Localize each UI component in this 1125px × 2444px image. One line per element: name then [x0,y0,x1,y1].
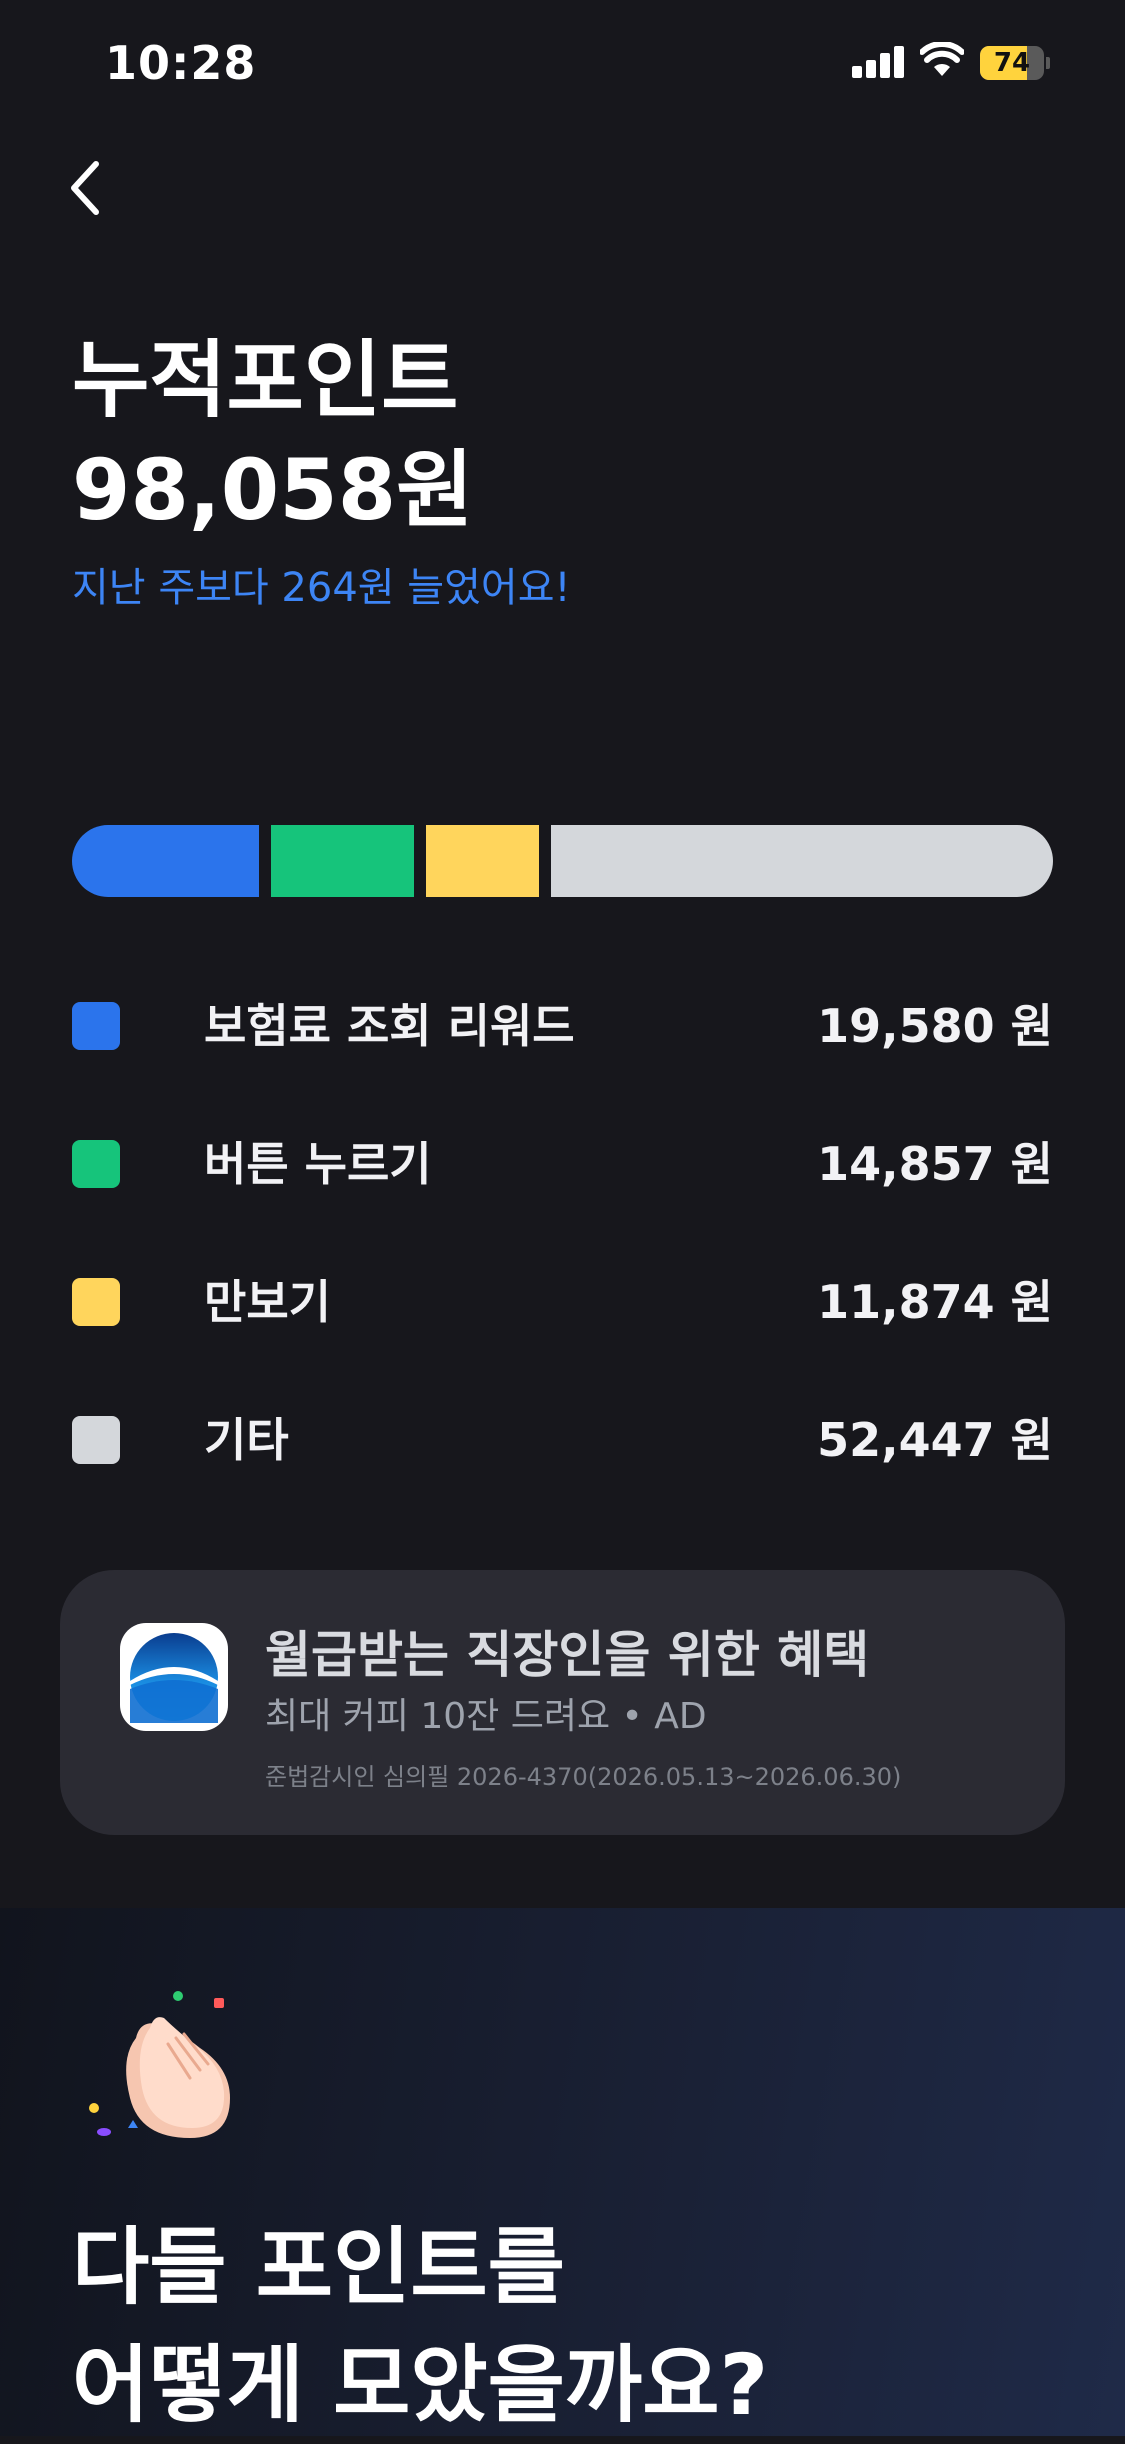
breakdown-item-button-press: 버튼 누르기 14,857 원 [72,1118,1053,1256]
breakdown-item-pedometer: 만보기 11,874 원 [72,1256,1053,1394]
battery-icon: 74 [980,46,1050,80]
total-points-amount: 98,058원 [72,441,474,539]
battery-level: 74 [993,48,1031,78]
promo-headline-line1: 다들 포인트를 [72,2218,565,2316]
status-bar: 10:28 74 [0,0,1125,130]
ad-title: 월급받는 직장인을 위한 혜택 [265,1626,870,1684]
breakdown-bar-segment [72,825,260,897]
breakdown-bar-segment [271,825,414,897]
promo-headline-line2: 어떻게 모았을까요? [72,2336,769,2434]
ad-banner[interactable]: 월급받는 직장인을 위한 혜택 최대 커피 10잔 드려요 • AD 준법감시인… [60,1570,1065,1835]
breakdown-bar-segment [425,825,540,897]
legend-swatch [72,1416,120,1464]
breakdown-value: 14,857 원 [817,1137,1053,1191]
breakdown-label: 만보기 [204,1275,331,1329]
breakdown-label: 보험료 조회 리워드 [204,999,575,1053]
chevron-left-icon[interactable] [60,156,120,220]
breakdown-value: 52,447 원 [817,1413,1053,1467]
breakdown-value: 19,580 원 [817,999,1053,1053]
breakdown-item-insurance-reward: 보험료 조회 리워드 19,580 원 [72,980,1053,1118]
legend-swatch [72,1278,120,1326]
breakdown-label: 기타 [204,1413,289,1467]
breakdown-value: 11,874 원 [817,1275,1053,1329]
breakdown-bar-segment [551,825,1053,897]
ad-subtitle: 최대 커피 10잔 드려요 • AD [265,1696,707,1737]
clapping-hands-icon [89,1991,230,2138]
page-title: 누적포인트 [72,331,459,429]
promo-section: 다들 포인트를 어떻게 모았을까요? [0,1908,1125,2436]
weekly-change-text: 지난 주보다 264원 늘었어요! [72,565,571,611]
wifi-icon [920,42,964,76]
legend-swatch [72,1002,120,1050]
ad-legal-notice: 준법감시인 심의필 2026-4370(2026.05.13~2026.06.3… [265,1763,902,1791]
bank-logo-icon [120,1623,228,1731]
promo-headline: 다들 포인트를 어떻게 모았을까요? [72,2208,768,2444]
breakdown-item-other: 기타 52,447 원 [72,1394,1053,1532]
points-breakdown-list: 보험료 조회 리워드 19,580 원 버튼 누르기 14,857 원 만보기 … [72,980,1053,1532]
cellular-signal-icon [852,46,906,78]
legend-swatch [72,1140,120,1188]
points-breakdown-bar [72,825,1053,897]
breakdown-label: 버튼 누르기 [204,1137,432,1191]
status-time: 10:28 [105,36,257,90]
